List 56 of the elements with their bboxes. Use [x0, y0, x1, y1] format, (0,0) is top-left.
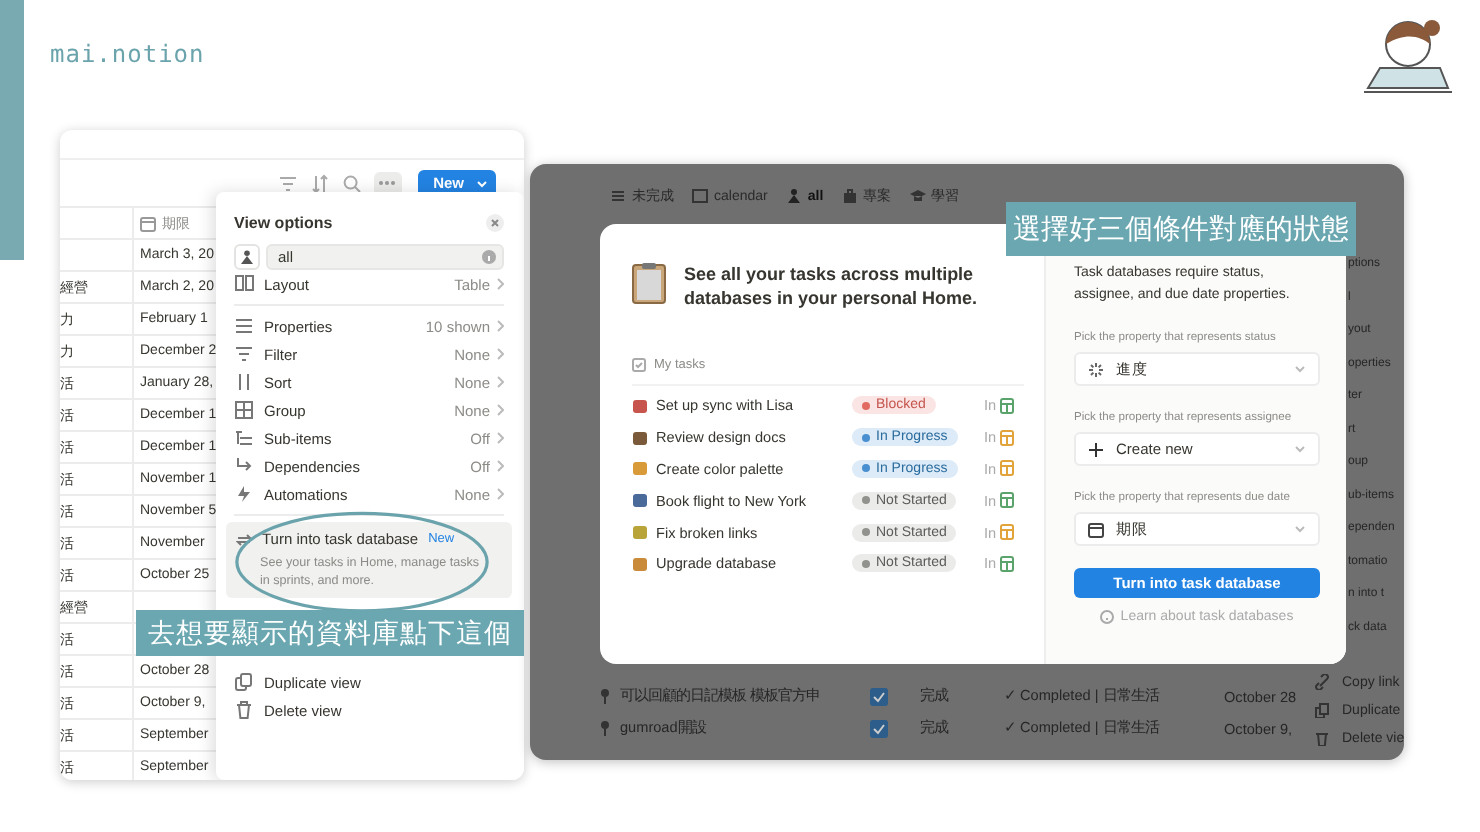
chevron-icon — [496, 404, 504, 416]
help-icon — [1100, 610, 1115, 624]
lightning-icon — [234, 484, 254, 504]
spinner-icon — [1088, 361, 1104, 377]
calendar-icon — [1088, 521, 1104, 537]
checkbox[interactable] — [870, 687, 888, 705]
copy-icon — [234, 672, 254, 692]
view-icon — [692, 188, 708, 204]
chevron-icon — [496, 348, 504, 360]
chevron-icon — [496, 320, 504, 332]
view-icon — [610, 188, 626, 204]
checkbox-icon — [632, 357, 646, 371]
clipboard-icon — [632, 262, 666, 304]
checkbox[interactable] — [870, 719, 888, 737]
view-icon — [909, 188, 926, 204]
chevron-icon — [496, 432, 504, 444]
chevron-icon — [496, 460, 504, 472]
chevron-icon — [496, 488, 504, 500]
view-icon — [841, 188, 858, 204]
plus-icon — [1088, 441, 1104, 457]
sub-items-icon — [234, 428, 254, 448]
list-icon — [234, 316, 254, 336]
annotation-banner: 選擇好三個條件對應的狀態 — [1006, 202, 1356, 256]
convert-icon — [236, 531, 252, 547]
layout-icon — [234, 274, 254, 294]
trash-icon — [234, 700, 254, 720]
calendar-icon — [140, 215, 156, 231]
chevron-down-icon — [1294, 525, 1306, 533]
chevron-down-icon — [1294, 365, 1306, 373]
person-icon — [240, 250, 254, 264]
info-icon — [482, 250, 496, 264]
view-icon-button[interactable] — [234, 244, 260, 270]
filter-icon — [234, 344, 254, 364]
copy-icon — [1314, 702, 1330, 718]
pin-icon — [600, 688, 610, 704]
trash-icon — [1314, 730, 1330, 746]
filter-icon[interactable] — [277, 173, 298, 193]
more-icon — [378, 180, 397, 186]
sort-icon — [234, 372, 254, 392]
dialog-heading: See all your tasks across multiple databases in your personal Home. — [684, 262, 980, 310]
search-icon[interactable] — [341, 173, 362, 193]
grid-icon — [234, 400, 254, 420]
sort-icon[interactable] — [309, 173, 330, 193]
view-icon — [785, 188, 802, 204]
dependency-arrow-icon — [234, 456, 254, 476]
pin-icon — [600, 720, 610, 736]
chevron-icon — [496, 278, 504, 290]
logo-text: mai.notion — [50, 40, 205, 68]
annotation-banner: 去想要顯示的資料庫點下這個 — [136, 610, 524, 656]
link-icon — [1314, 674, 1330, 690]
caret-icon — [476, 179, 488, 187]
more-button[interactable] — [373, 171, 402, 195]
menu-title: View options — [234, 213, 333, 231]
chevron-icon — [496, 376, 504, 388]
close-icon[interactable] — [486, 213, 504, 231]
chevron-down-icon — [1294, 445, 1306, 453]
